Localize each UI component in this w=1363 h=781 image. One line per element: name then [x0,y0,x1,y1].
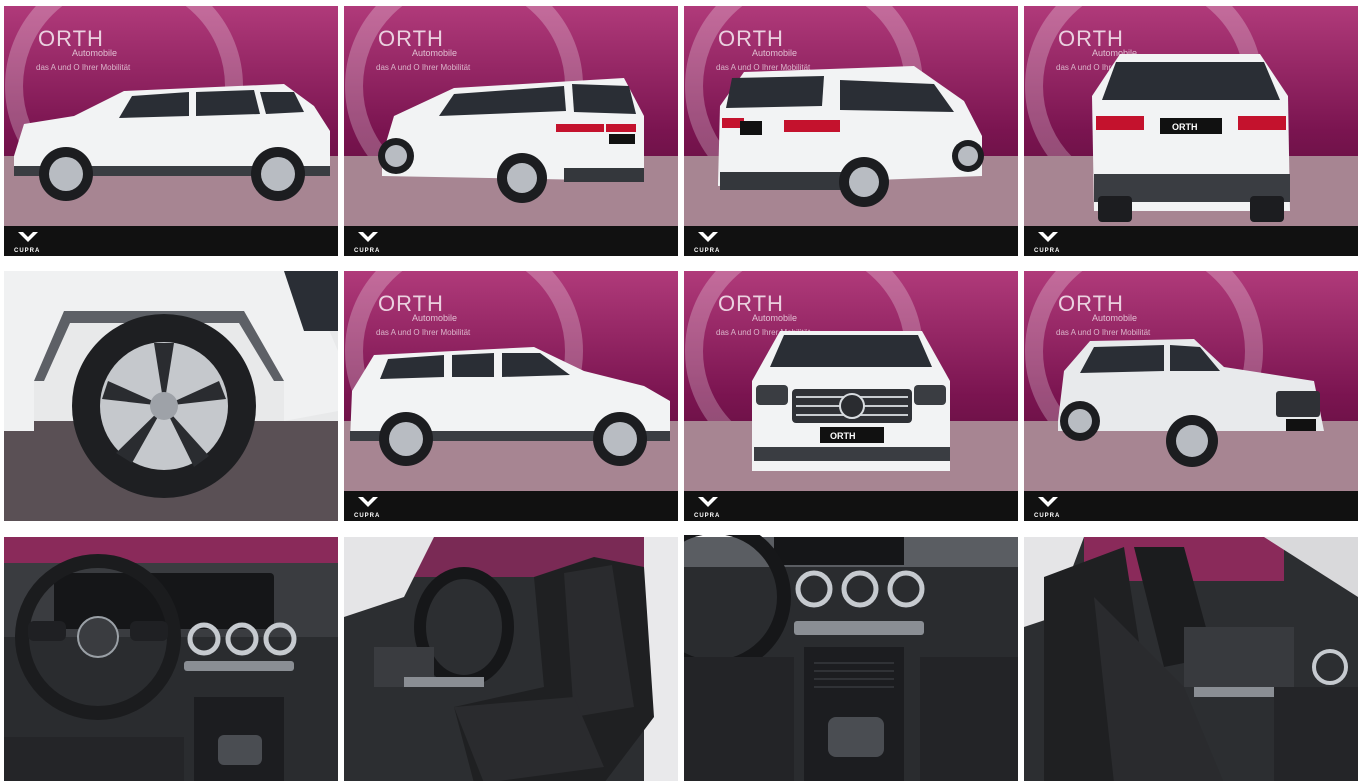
svg-text:CUPRA: CUPRA [354,513,380,519]
center-console-image [684,535,1018,781]
svg-text:CUPRA: CUPRA [354,248,380,254]
svg-text:das A und O Ihrer Mobilität: das A und O Ihrer Mobilität [36,63,131,72]
gallery-photo-driver-seat[interactable] [344,535,678,781]
svg-text:das A und O Ihrer Mobilität: das A und O Ihrer Mobilität [376,328,471,337]
svg-text:das A und O Ihrer Mobilität: das A und O Ihrer Mobilität [376,63,471,72]
gallery-photo-front[interactable]: ORTH Automobile das A und O Ihrer Mobili… [684,271,1018,521]
svg-text:CUPRA: CUPRA [694,513,720,519]
svg-text:ORTH: ORTH [1172,122,1198,132]
svg-text:Automobile: Automobile [412,313,457,323]
svg-text:Automobile: Automobile [752,313,797,323]
svg-text:CUPRA: CUPRA [1034,248,1060,254]
passenger-seats-image [1024,537,1358,781]
svg-text:CUPRA: CUPRA [694,248,720,254]
svg-text:CUPRA: CUPRA [1034,513,1060,519]
svg-text:Automobile: Automobile [412,48,457,58]
car-front-image: ORTH Automobile das A und O Ihrer Mobili… [684,271,1018,521]
gallery-photo-side-left[interactable]: ORTH Automobile das A und O Ihrer Mobili… [4,6,338,256]
gallery-photo-passenger-seats[interactable] [1024,535,1358,781]
car-side-right-image: ORTH Automobile das A und O Ihrer Mobili… [344,271,678,521]
car-side-left-image: ORTH Automobile das A und O Ihrer Mobili… [4,6,338,256]
wheel-closeup-image [4,271,338,521]
svg-text:Automobile: Automobile [1092,313,1137,323]
driver-seat-image [344,537,678,781]
car-rear-three-quarter-right-image: ORTH Automobile das A und O Ihrer Mobili… [684,6,1018,256]
svg-text:Automobile: Automobile [752,48,797,58]
svg-text:das A und O Ihrer Mobilität: das A und O Ihrer Mobilität [1056,328,1151,337]
gallery-photo-side-right[interactable]: ORTH Automobile das A und O Ihrer Mobili… [344,271,678,521]
car-rear-three-quarter-image: ORTH Automobile das A und O Ihrer Mobili… [344,6,678,256]
gallery-photo-rear-three-quarter-right[interactable]: ORTH Automobile das A und O Ihrer Mobili… [684,6,1018,256]
svg-text:Automobile: Automobile [72,48,117,58]
car-front-three-quarter-image: ORTH Automobile das A und O Ihrer Mobili… [1024,271,1358,521]
dashboard-image [4,537,338,781]
gallery-photo-rear-three-quarter-left[interactable]: ORTH Automobile das A und O Ihrer Mobili… [344,6,678,256]
photo-gallery: ORTH Automobile das A und O Ihrer Mobili… [0,0,1363,781]
car-rear-image: ORTH Automobile das A und O Ihrer Mobili… [1024,6,1358,256]
gallery-photo-center-console[interactable] [684,535,1018,781]
gallery-photo-rear[interactable]: ORTH Automobile das A und O Ihrer Mobili… [1024,6,1358,256]
svg-text:CUPRA: CUPRA [14,248,40,254]
gallery-photo-front-three-quarter-right[interactable]: ORTH Automobile das A und O Ihrer Mobili… [1024,271,1358,521]
svg-text:ORTH: ORTH [830,431,856,441]
gallery-photo-wheel-closeup[interactable] [4,271,338,521]
gallery-photo-dashboard[interactable] [4,535,338,781]
